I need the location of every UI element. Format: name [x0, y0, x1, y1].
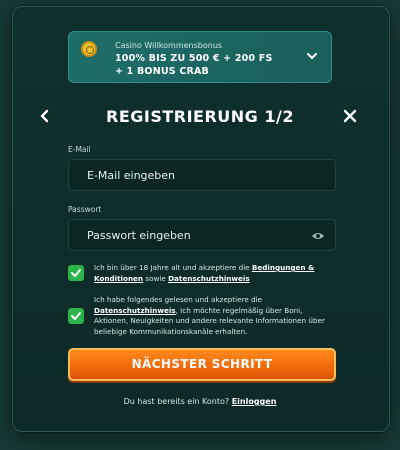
coin-icon [81, 41, 97, 57]
marketing-text-before: Ich habe folgendes gelesen und akzeptier… [94, 295, 263, 304]
age-terms-checkbox[interactable] [68, 265, 84, 281]
checkmark-icon [71, 312, 81, 320]
login-link[interactable]: Einloggen [232, 397, 277, 406]
bonus-title: Casino Willkommensbonus [115, 41, 223, 50]
marketing-consent-checkbox[interactable] [68, 308, 84, 324]
bonus-offer-line-2: + 1 BONUS CRAB [115, 66, 209, 77]
email-label: E-Mail [68, 145, 91, 154]
checkmark-icon [71, 269, 81, 277]
modal-title: REGISTRIERUNG 1/2 [106, 107, 294, 126]
password-field-wrapper [68, 219, 336, 251]
password-field[interactable] [69, 220, 335, 250]
email-field[interactable] [69, 160, 335, 190]
bonus-offer-line-1: 100% BIS ZU 500 € + 200 FS [115, 53, 273, 64]
next-step-button[interactable]: NÄCHSTER SCHRITT [68, 348, 336, 381]
privacy-link-2[interactable]: Datenschutzhinweis [94, 306, 176, 315]
age-terms-text: Ich bin über 18 Jahre alt und akzeptiere… [94, 263, 334, 284]
login-prompt: Du hast bereits ein Konto? Einloggen [0, 397, 400, 406]
email-field-wrapper [68, 159, 336, 191]
age-terms-text-middle: sowie [143, 273, 169, 283]
marketing-consent-text: Ich habe folgendes gelesen und akzeptier… [94, 295, 334, 337]
welcome-bonus-banner[interactable]: Casino Willkommensbonus 100% BIS ZU 500 … [68, 31, 332, 83]
close-icon[interactable] [342, 108, 358, 124]
eye-icon[interactable] [311, 230, 325, 242]
age-terms-text-before: Ich bin über 18 Jahre alt und akzeptiere… [94, 263, 252, 272]
chevron-down-icon[interactable] [305, 49, 319, 63]
password-label: Passwort [68, 205, 102, 214]
privacy-link[interactable]: Datenschutzhinweis [168, 274, 250, 283]
login-prompt-text: Du hast bereits ein Konto? [123, 397, 232, 406]
